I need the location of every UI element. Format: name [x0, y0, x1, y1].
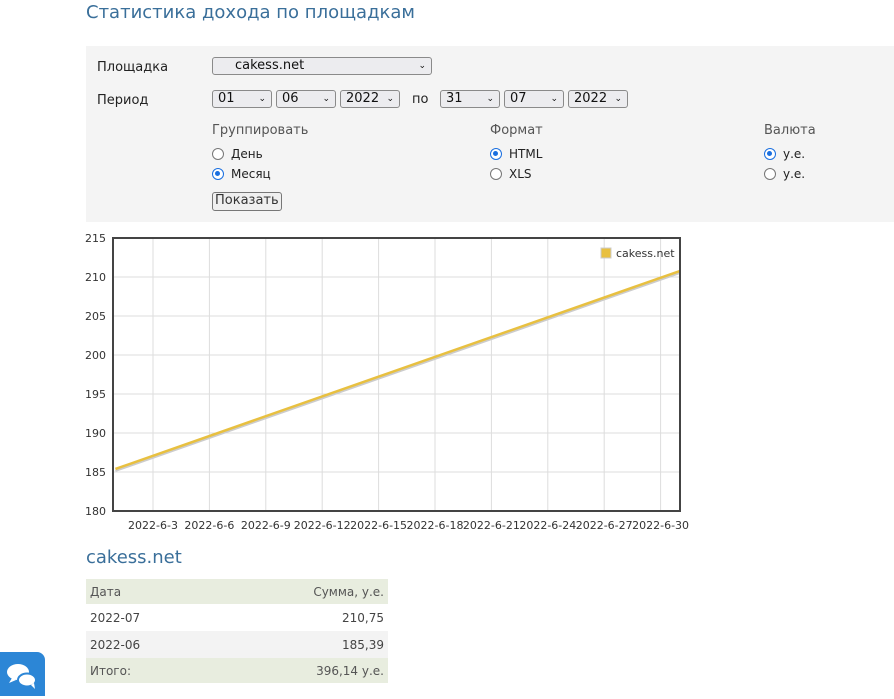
site-label: Площадка	[97, 60, 169, 75]
legend-label: cakess.net	[616, 247, 675, 260]
y-tick-label: 185	[85, 466, 106, 479]
x-tick-label: 2022-6-24	[519, 519, 576, 532]
filter-panel: Площадка cakess.net ⌄ Период 01 ⌄ 06 ⌄ 2022…	[86, 46, 894, 222]
x-tick-label: 2022-6-27	[576, 519, 633, 532]
chevron-down-icon: ⌄	[258, 94, 266, 104]
legend-swatch	[600, 247, 612, 259]
radio-label: у.е.	[783, 167, 806, 181]
x-tick-label: 2022-6-18	[407, 519, 464, 532]
chevron-down-icon: ⌄	[614, 94, 622, 104]
currency-option-1-radio[interactable]: у.е.	[764, 147, 805, 161]
x-tick-label: 2022-6-21	[463, 519, 520, 532]
x-tick-label: 2022-6-12	[294, 519, 351, 532]
site-select-value: cakess.net	[235, 58, 305, 73]
format-html-radio[interactable]: HTML	[490, 147, 542, 161]
radio-icon	[212, 148, 224, 160]
series-shadow	[115, 272, 680, 472]
y-tick-label: 190	[85, 427, 106, 440]
table-row: 2022-06 185,39	[86, 631, 388, 658]
currency-option-2-radio[interactable]: у.е.	[764, 167, 805, 181]
group-day-radio[interactable]: День	[212, 147, 263, 161]
radio-label: XLS	[509, 167, 532, 181]
radio-label: День	[231, 147, 263, 161]
to-day-value: 31	[446, 91, 463, 106]
to-year-value: 2022	[574, 91, 608, 106]
plot-frame	[112, 237, 681, 512]
y-tick-label: 210	[85, 271, 106, 284]
site-select[interactable]: cakess.net ⌄	[212, 57, 432, 75]
x-tick-label: 2022-6-30	[632, 519, 689, 532]
cell-sum: 185,39	[214, 631, 388, 658]
radio-label: у.е.	[783, 147, 806, 161]
chevron-down-icon: ⌄	[386, 94, 394, 104]
radio-label: HTML	[509, 147, 543, 161]
radio-checked-icon	[212, 168, 224, 180]
table-total-row: Итого: 396,14 у.е.	[86, 658, 388, 683]
radio-checked-icon	[764, 148, 776, 160]
income-chart: 180 185 190 195 200 205 210 215 2022-6-3 2022-6-…	[85, 232, 689, 532]
series-line	[114, 269, 680, 471]
to-month-select[interactable]: 07 ⌄	[504, 90, 564, 108]
chevron-down-icon: ⌄	[418, 61, 426, 71]
y-tick-label: 180	[85, 505, 106, 518]
chevron-down-icon: ⌄	[322, 94, 330, 104]
header-sum: Сумма, у.е.	[214, 579, 388, 604]
y-tick-label: 195	[85, 388, 106, 401]
format-xls-radio[interactable]: XLS	[490, 167, 532, 181]
x-tick-label: 2022-6-3	[128, 519, 178, 532]
cell-sum: 210,75	[342, 610, 384, 625]
to-label: по	[412, 92, 429, 107]
chat-bubbles-icon	[7, 664, 37, 689]
x-tick-label: 2022-6-9	[241, 519, 291, 532]
y-tick-label: 215	[85, 232, 106, 245]
period-label: Период	[97, 93, 149, 108]
group-month-radio[interactable]: Месяц	[212, 167, 271, 181]
from-month-select[interactable]: 06 ⌄	[276, 90, 336, 108]
format-label: Формат	[490, 123, 543, 138]
from-month-value: 06	[282, 91, 299, 106]
radio-label: Месяц	[231, 167, 271, 181]
chevron-down-icon: ⌄	[550, 94, 558, 104]
radio-checked-icon	[490, 148, 502, 160]
y-tick-label: 200	[85, 349, 106, 362]
show-button[interactable]: Показать	[212, 192, 282, 211]
income-table: Дата Сумма, у.е. 2022-07 210,75 2022-06 185…	[86, 579, 388, 683]
total-label: Итого:	[86, 658, 215, 683]
from-day-value: 01	[218, 91, 235, 106]
x-tick-label: 2022-6-6	[184, 519, 234, 532]
group-label: Группировать	[212, 123, 309, 138]
x-tick-label: 2022-6-15	[350, 519, 407, 532]
table-header: Дата Сумма, у.е.	[86, 579, 388, 604]
table-title: cakess.net	[86, 547, 182, 568]
header-date: Дата	[86, 579, 215, 604]
chevron-down-icon: ⌄	[486, 94, 494, 104]
y-tick-label: 205	[85, 310, 106, 323]
total-value: 396,14 у.е.	[214, 658, 388, 683]
from-day-select[interactable]: 01 ⌄	[212, 90, 272, 108]
chat-button[interactable]	[0, 652, 45, 696]
currency-label: Валюта	[764, 123, 816, 138]
page-title: Статистика дохода по площадкам	[86, 2, 415, 23]
cell-date: 2022-07	[90, 610, 141, 625]
table-row: 2022-07 210,75	[86, 604, 388, 631]
from-year-select[interactable]: 2022 ⌄	[340, 90, 400, 108]
to-month-value: 07	[510, 91, 527, 106]
radio-icon	[490, 168, 502, 180]
cell-date: 2022-06	[86, 631, 215, 658]
to-year-select[interactable]: 2022 ⌄	[568, 90, 628, 108]
radio-icon	[764, 168, 776, 180]
to-day-select[interactable]: 31 ⌄	[440, 90, 500, 108]
from-year-value: 2022	[346, 91, 380, 106]
